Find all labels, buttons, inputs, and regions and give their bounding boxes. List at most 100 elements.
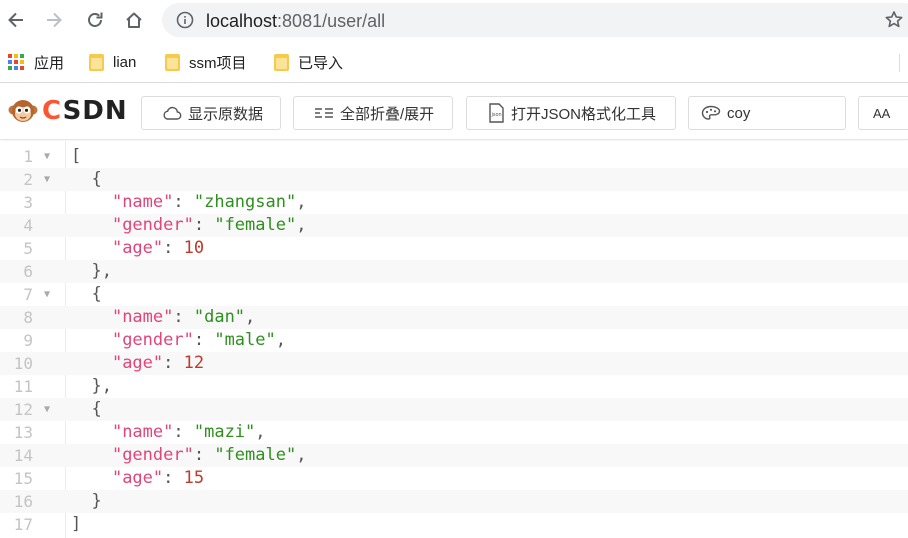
line-number: 9	[23, 331, 33, 350]
json-code: "name": "mazi",	[71, 421, 266, 444]
json-viewer: 1 ▼[2 ▼ { 3 "name": "zhangsan", 4 "gender": …	[0, 141, 908, 538]
fold-all-button[interactable]: 全部折叠/展开	[293, 96, 453, 130]
json-code: "gender": "female",	[71, 214, 307, 237]
json-punctuation: :	[193, 445, 215, 465]
json-code: "age": 12	[71, 352, 204, 375]
line-number: 17	[13, 515, 33, 534]
json-string-value: "dan"	[193, 307, 246, 327]
json-string-value: "female"	[214, 215, 297, 235]
json-number-value: 10	[183, 238, 205, 258]
open-json-tool-button[interactable]: json 打开JSON格式化工具	[466, 96, 676, 130]
info-icon[interactable]	[176, 11, 194, 29]
json-code: {	[71, 398, 102, 421]
reload-button[interactable]	[81, 6, 109, 34]
bookmark-folder-lian[interactable]: lian	[89, 52, 136, 72]
json-key: "age"	[111, 468, 164, 488]
theme-select[interactable]: coy	[688, 96, 846, 130]
cloud-icon	[163, 106, 182, 120]
home-button[interactable]	[120, 6, 148, 34]
json-key: "gender"	[111, 330, 194, 350]
logo-wordmark: CSDN	[42, 96, 128, 126]
json-punctuation	[71, 422, 112, 442]
line-number: 3	[23, 193, 33, 212]
json-punctuation: ,	[245, 307, 256, 327]
json-key: "name"	[111, 192, 174, 212]
monkey-logo-icon	[8, 100, 38, 122]
json-line: 1 ▼ [	[0, 145, 908, 168]
address-bar[interactable]: localhost:8081/user/all	[162, 3, 908, 37]
json-code: "name": "dan",	[71, 306, 255, 329]
json-line: 14 "gender": "female",	[0, 444, 908, 467]
json-code: "name": "zhangsan",	[71, 191, 307, 214]
json-punctuation: :	[163, 353, 184, 373]
svg-text:json: json	[491, 112, 502, 118]
theme-select-value: coy	[727, 104, 751, 122]
json-line: 2 ▼ {	[0, 168, 908, 191]
json-string-value: "female"	[214, 445, 297, 465]
json-punctuation	[71, 330, 112, 350]
bookmark-apps[interactable]: 应用	[8, 52, 64, 72]
line-number: 13	[13, 423, 33, 442]
json-line: 16 }	[0, 490, 908, 513]
line-number: 4	[23, 216, 33, 235]
line-number: 15	[13, 469, 33, 488]
json-punctuation: }	[71, 491, 102, 511]
fold-toggle-icon	[315, 108, 333, 118]
csdn-extension-bar: CSDN 显示原数据 全部折叠/展开 json 打开JSON格式化工具 coy …	[0, 84, 908, 140]
json-punctuation: {	[71, 399, 102, 419]
folder-icon	[274, 53, 289, 71]
json-key: "gender"	[111, 445, 194, 465]
fold-all-label: 全部折叠/展开	[340, 105, 435, 123]
json-file-icon: json	[489, 103, 504, 123]
json-code: {	[71, 168, 102, 191]
reload-icon	[88, 12, 103, 27]
url-host: localhost	[206, 11, 278, 31]
bookmark-label: 已导入	[298, 54, 344, 72]
home-icon	[126, 12, 142, 28]
show-raw-button[interactable]: 显示原数据	[141, 96, 281, 130]
open-json-tool-label: 打开JSON格式化工具	[511, 105, 657, 123]
json-punctuation: :	[173, 192, 194, 212]
json-code: {	[71, 283, 101, 306]
star-icon[interactable]	[884, 10, 904, 30]
arrow-left-icon	[8, 12, 23, 28]
json-punctuation	[71, 215, 112, 235]
json-punctuation: ,	[296, 445, 307, 465]
json-punctuation: ,	[275, 330, 286, 350]
json-line: 17]	[0, 513, 908, 536]
url-text[interactable]: localhost:8081/user/all	[206, 11, 385, 31]
browser-toolbar: localhost:8081/user/all	[0, 0, 908, 42]
json-code: "age": 10	[71, 237, 204, 260]
fold-toggle-icon[interactable]: ▼	[44, 168, 50, 191]
json-code: }	[71, 490, 102, 513]
json-string-value: "mazi"	[193, 422, 256, 442]
fold-toggle-icon[interactable]: ▼	[44, 145, 50, 168]
json-punctuation: },	[71, 376, 112, 396]
json-line: 9 "gender": "male",	[0, 329, 908, 352]
fold-toggle-icon[interactable]: ▼	[44, 283, 50, 306]
json-number-value: 12	[183, 353, 205, 373]
json-code: ]	[71, 513, 81, 536]
line-number: 11	[13, 377, 33, 396]
json-punctuation	[71, 468, 112, 488]
json-punctuation: :	[173, 422, 194, 442]
bookmark-folder-imported[interactable]: 已导入	[274, 52, 343, 72]
json-punctuation: ,	[296, 192, 307, 212]
back-button[interactable]	[2, 6, 30, 34]
json-punctuation: :	[193, 215, 215, 235]
json-punctuation: ,	[255, 422, 266, 442]
json-line: 7 ▼ {	[0, 283, 908, 306]
json-punctuation	[71, 353, 112, 373]
forward-button[interactable]	[40, 6, 68, 34]
json-punctuation: :	[173, 307, 194, 327]
json-punctuation: {	[71, 169, 102, 189]
line-number: 14	[13, 446, 33, 465]
line-number: 8	[23, 308, 33, 327]
font-size-button[interactable]: AA	[858, 96, 908, 130]
json-code: },	[71, 375, 112, 398]
fold-toggle-icon[interactable]: ▼	[44, 398, 50, 421]
font-size-label: AA	[873, 105, 891, 121]
json-line: 10 "age": 12	[0, 352, 908, 375]
bookmark-folder-ssm[interactable]: ssm项目	[165, 52, 247, 72]
bookmarks-divider	[899, 54, 900, 72]
